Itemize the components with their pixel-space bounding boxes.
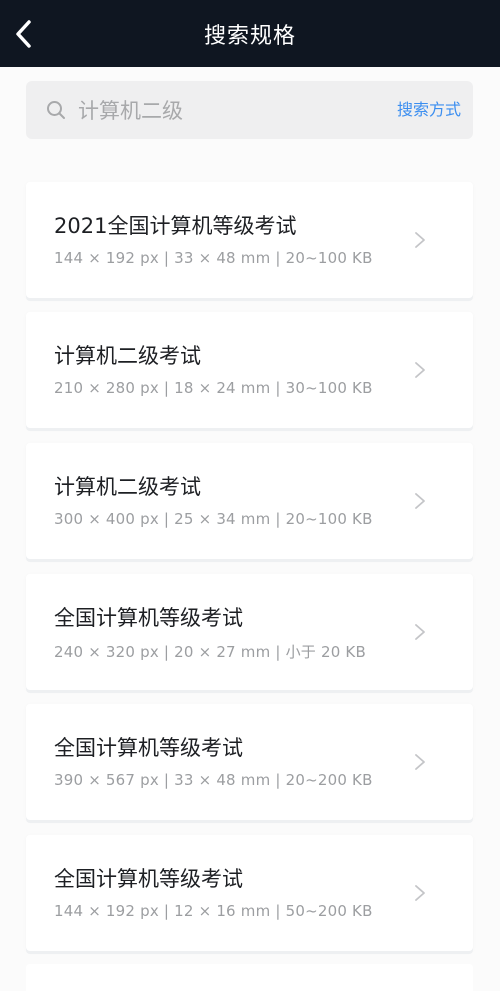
- search-input[interactable]: [78, 81, 368, 139]
- item-meta: 144 × 192 px | 12 × 16 mm | 50~200 KB: [54, 902, 373, 920]
- nav-bar: 搜索规格: [0, 0, 500, 67]
- item-meta: 144 × 192 px | 33 × 48 mm | 20~100 KB: [54, 249, 373, 267]
- list-item[interactable]: 全国计算机等级考试 390 × 567 px | 33 × 48 mm | 20…: [26, 704, 473, 820]
- item-title: 全国计算机等级考试: [54, 867, 243, 891]
- chevron-right-icon: [415, 754, 425, 770]
- item-meta: 210 × 280 px | 18 × 24 mm | 30~100 KB: [54, 379, 373, 397]
- item-title: 全国计算机等级考试: [54, 606, 243, 630]
- search-bar[interactable]: 搜索方式: [26, 81, 473, 139]
- main-content: 搜索方式 2021全国计算机等级考试 144 × 192 px | 33 × 4…: [0, 67, 500, 991]
- chevron-right-icon: [415, 624, 425, 640]
- chevron-right-icon: [415, 885, 425, 901]
- list-item[interactable]: 计算机二级考试 300 × 400 px | 25 × 34 mm | 20~1…: [26, 443, 473, 559]
- item-title: 全国计算机等级考试: [54, 736, 243, 760]
- chevron-left-icon: [16, 20, 31, 48]
- item-title: 2021全国计算机等级考试: [54, 214, 297, 238]
- item-title: 计算机二级考试: [54, 475, 201, 499]
- chevron-right-icon: [415, 493, 425, 509]
- list-item[interactable]: 计算机二级考试 210 × 280 px | 18 × 24 mm | 30~1…: [26, 312, 473, 428]
- chevron-right-icon: [415, 232, 425, 248]
- item-meta: 300 × 400 px | 25 × 34 mm | 20~100 KB: [54, 510, 373, 528]
- item-title: 计算机二级考试: [54, 344, 201, 368]
- item-meta: 390 × 567 px | 33 × 48 mm | 20~200 KB: [54, 771, 373, 789]
- list-item[interactable]: 2021全国计算机等级考试 144 × 192 px | 33 × 48 mm …: [26, 182, 473, 298]
- list-item[interactable]: 全国计算机等级考试 144 × 192 px | 12 × 16 mm | 50…: [26, 835, 473, 951]
- back-button[interactable]: [6, 14, 42, 54]
- chevron-right-icon: [415, 362, 425, 378]
- item-meta: 240 × 320 px | 20 × 27 mm | 小于 20 KB: [54, 643, 366, 661]
- search-mode-button[interactable]: 搜索方式: [397, 81, 461, 139]
- search-icon: [47, 101, 65, 119]
- list-item[interactable]: 全国计算机等级考试 240 × 320 px | 20 × 27 mm | 小于…: [26, 574, 473, 690]
- list-item-partial[interactable]: [26, 964, 473, 991]
- page-title: 搜索规格: [203, 23, 296, 49]
